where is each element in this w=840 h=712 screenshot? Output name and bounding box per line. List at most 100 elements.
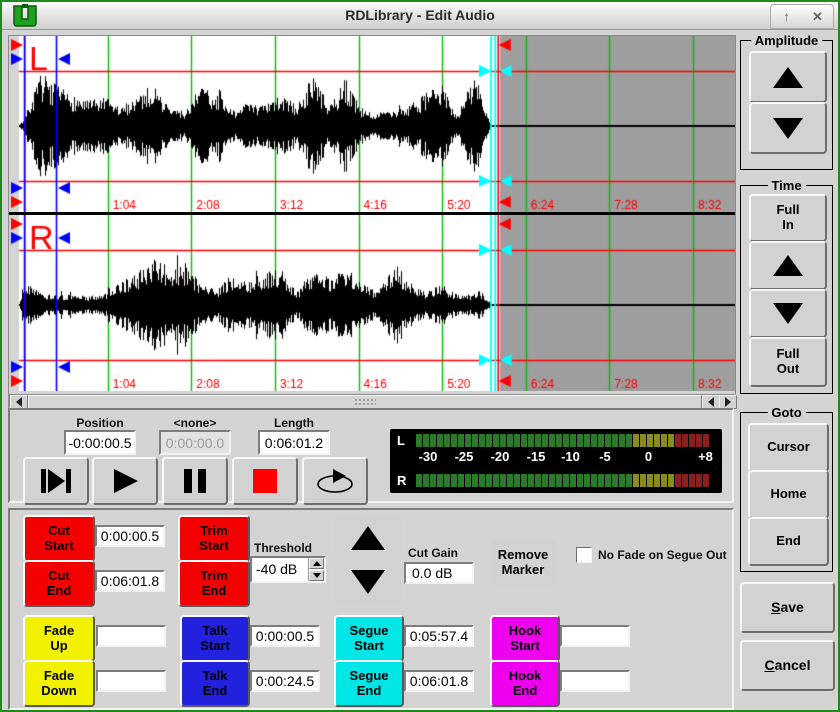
hook-start-field[interactable]	[560, 625, 630, 647]
transport-panel: Position <none> Length -0:00:00.5 0:00:0…	[8, 408, 734, 503]
scroll-right-icon	[725, 397, 731, 407]
spin-down-icon	[313, 573, 321, 578]
length-field[interactable]: 0:06:01.2	[258, 430, 330, 455]
scrollbar-thumb[interactable]	[28, 395, 702, 409]
threshold-value: -40 dB	[256, 561, 297, 577]
waveform-panel	[8, 35, 736, 409]
amplitude-down-button[interactable]	[749, 102, 827, 154]
stop-icon	[251, 467, 279, 495]
time-zoom-out-button[interactable]	[749, 289, 827, 338]
down-arrow-icon	[351, 570, 385, 594]
window-title: RDLibrary - Edit Audio	[2, 7, 838, 23]
scroll-left-button-2[interactable]	[702, 395, 720, 409]
threshold-spin-up[interactable]	[309, 558, 324, 569]
length-label: Length	[248, 416, 340, 430]
titlebar-buttons: ↑ ✕	[770, 4, 834, 29]
talk-end-button[interactable]: Talk End	[180, 660, 250, 707]
goto-group-title: Goto	[767, 405, 805, 420]
cut-end-button[interactable]: Cut End	[23, 560, 95, 607]
time-down-icon	[773, 303, 803, 324]
pause-icon	[181, 467, 209, 495]
position-label: Position	[54, 416, 146, 430]
cancel-button[interactable]: Cancel	[740, 640, 835, 691]
amplitude-down-icon	[773, 118, 803, 139]
gain-down-button[interactable]	[335, 561, 401, 603]
threshold-spin-down[interactable]	[309, 570, 324, 581]
cut-start-field[interactable]: 0:00:00.5	[95, 525, 165, 547]
cancel-button-label: Cancel	[765, 657, 811, 673]
segue-start-field[interactable]: 0:05:57.4	[404, 625, 474, 647]
meter-right-segments	[416, 474, 709, 487]
cut-gain-field[interactable]: 0.0 dB	[404, 562, 474, 584]
meter-scale: -30-25-20-15-10-50+8	[416, 449, 716, 465]
hook-start-button[interactable]: Hook Start	[490, 615, 560, 662]
scroll-left-button[interactable]	[10, 395, 28, 409]
goto-home-button[interactable]: Home	[748, 470, 829, 519]
waveform-scrollbar[interactable]	[9, 394, 735, 408]
fade-up-field[interactable]	[96, 625, 166, 647]
time-full-out-button[interactable]: Full Out	[749, 337, 827, 387]
threshold-spinbox[interactable]: -40 dB	[250, 556, 326, 583]
scrollbar-grip	[354, 398, 376, 406]
time-zoom-in-button[interactable]	[749, 241, 827, 290]
save-button-label: Save	[771, 599, 804, 615]
title-bar[interactable]: RDLibrary - Edit Audio ↑ ✕	[2, 2, 838, 30]
amplitude-up-button[interactable]	[749, 51, 827, 103]
close-icon: ✕	[812, 9, 823, 25]
overlap-label: <none>	[149, 416, 241, 430]
cut-start-button[interactable]: Cut Start	[23, 515, 95, 562]
up-arrow-icon	[351, 526, 385, 550]
scroll-left-icon	[16, 397, 22, 407]
gain-up-button[interactable]	[335, 517, 401, 559]
shade-button[interactable]: ↑	[775, 8, 799, 26]
pause-button[interactable]	[162, 457, 228, 505]
meter-right-label: R	[397, 473, 406, 488]
scroll-left-icon-2	[708, 397, 714, 407]
segue-end-button[interactable]: Segue End	[334, 660, 404, 707]
remove-marker-button[interactable]: Remove Marker	[490, 540, 556, 585]
position-field[interactable]: -0:00:00.5	[64, 430, 136, 455]
close-button[interactable]: ✕	[806, 8, 830, 26]
hook-end-field[interactable]	[560, 670, 630, 692]
edit-audio-window: RDLibrary - Edit Audio ↑ ✕ Position <non…	[0, 0, 840, 712]
no-fade-checkbox[interactable]	[576, 547, 592, 563]
segue-start-button[interactable]: Segue Start	[334, 615, 404, 662]
hook-end-button[interactable]: Hook End	[490, 660, 560, 707]
no-fade-label: No Fade on Segue Out	[598, 548, 727, 562]
waveform-right-channel[interactable]	[9, 215, 735, 391]
spin-up-icon	[313, 561, 321, 566]
goto-cursor-button[interactable]: Cursor	[748, 423, 829, 472]
overlap-field: 0:00:00.0	[159, 430, 231, 455]
amplitude-group: Amplitude	[740, 40, 833, 170]
cut-end-field[interactable]: 0:06:01.8	[95, 570, 165, 592]
goto-end-button[interactable]: End	[748, 517, 829, 566]
play-from-start-icon	[38, 467, 74, 495]
fade-down-button[interactable]: Fade Down	[23, 660, 95, 707]
amplitude-up-icon	[773, 67, 803, 88]
talk-start-button[interactable]: Talk Start	[180, 615, 250, 662]
segue-end-field[interactable]: 0:06:01.8	[404, 670, 474, 692]
shade-icon: ↑	[783, 9, 790, 24]
waveform-left-channel[interactable]	[9, 36, 735, 212]
play-button[interactable]	[92, 457, 158, 505]
time-up-icon	[773, 255, 803, 276]
fade-up-button[interactable]: Fade Up	[23, 615, 95, 662]
stop-button[interactable]	[232, 457, 298, 505]
amplitude-group-title: Amplitude	[751, 33, 823, 48]
goto-group: Goto Cursor Home End	[740, 412, 833, 572]
meter-left-segments	[416, 434, 709, 447]
play-from-start-button[interactable]	[23, 457, 89, 505]
fade-down-field[interactable]	[96, 670, 166, 692]
trim-start-button[interactable]: Trim Start	[178, 515, 250, 562]
talk-end-field[interactable]: 0:00:24.5	[250, 670, 320, 692]
meter-left-label: L	[397, 433, 405, 448]
trim-end-button[interactable]: Trim End	[178, 560, 250, 607]
loop-button[interactable]	[302, 457, 368, 505]
threshold-spin-buttons	[308, 558, 324, 581]
time-group-title: Time	[767, 178, 805, 193]
talk-start-field[interactable]: 0:00:00.5	[250, 625, 320, 647]
save-button[interactable]: Save	[740, 582, 835, 633]
audio-level-meter: L R -30-25-20-15-10-50+8	[390, 429, 722, 493]
scroll-right-button[interactable]	[719, 395, 737, 409]
time-full-in-button[interactable]: Full In	[749, 194, 827, 242]
